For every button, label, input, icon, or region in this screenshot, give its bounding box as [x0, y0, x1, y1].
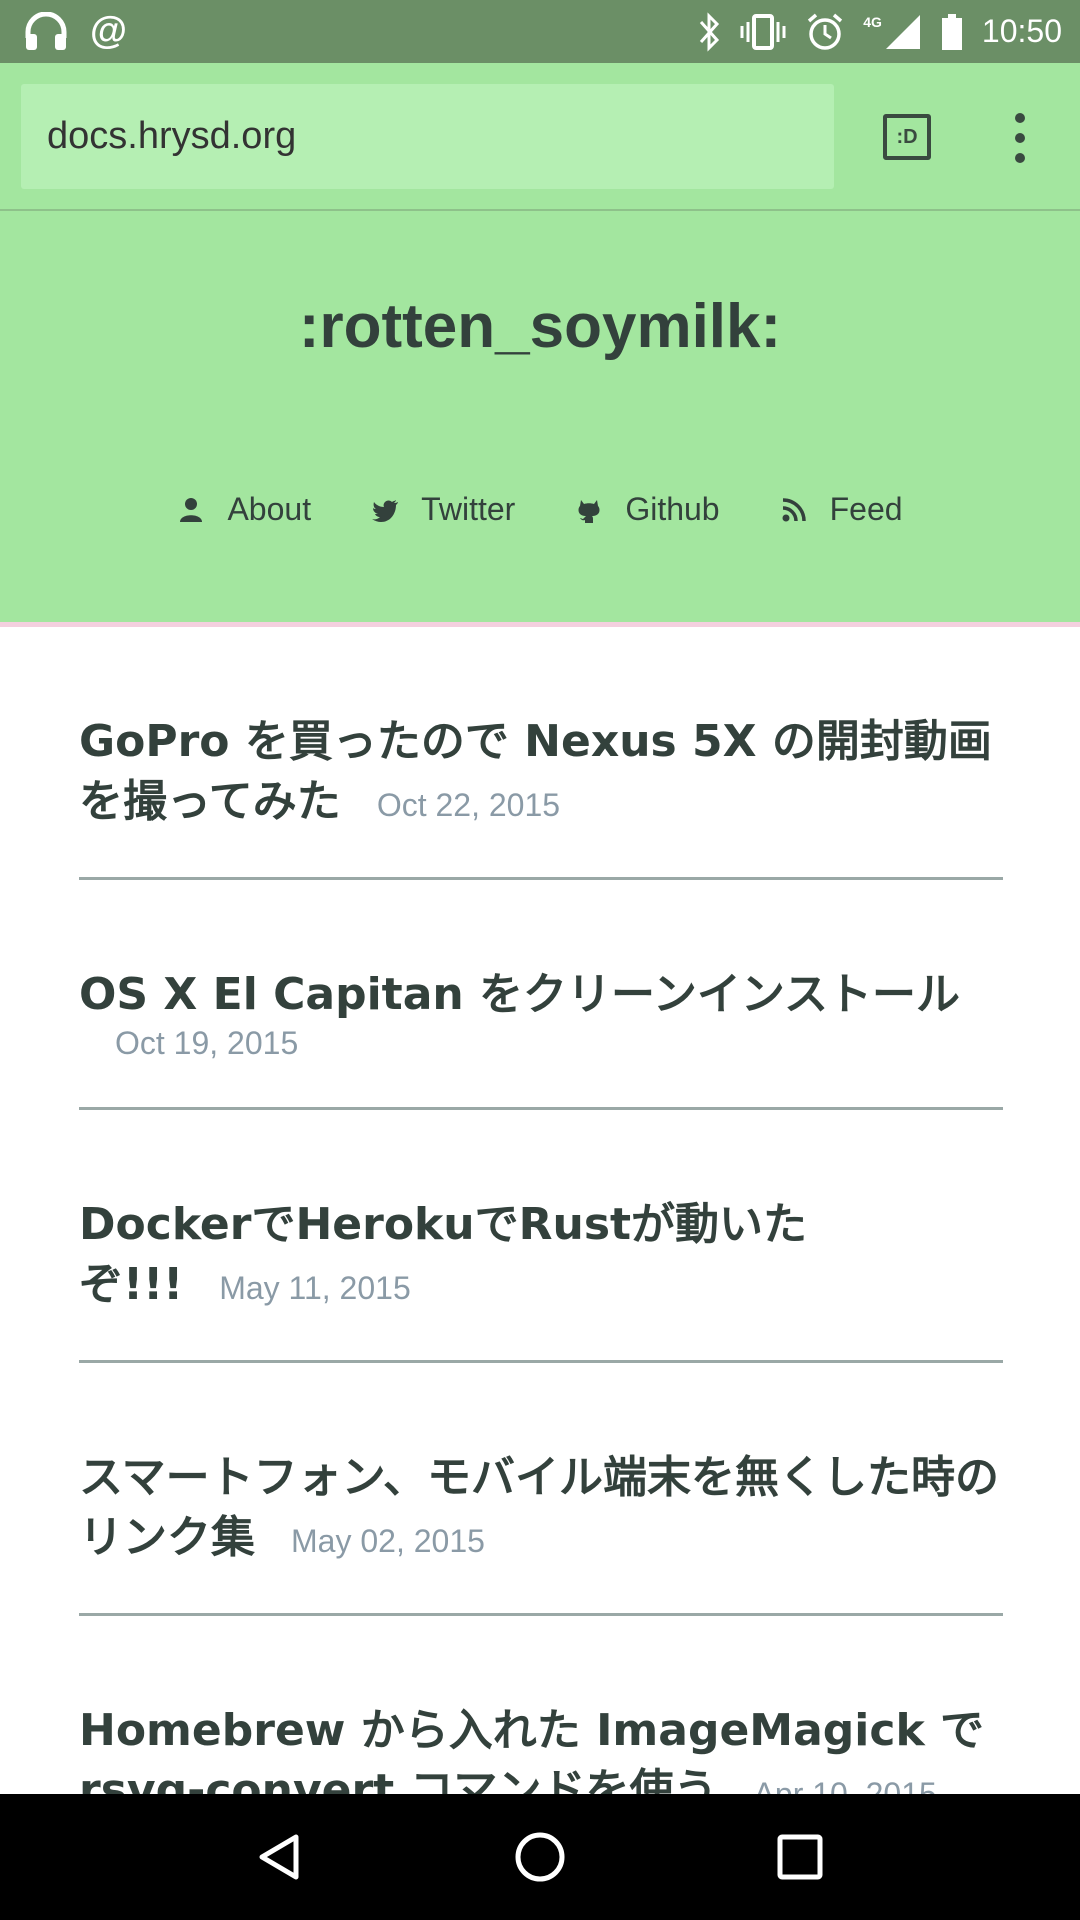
home-icon[interactable]	[512, 1829, 568, 1885]
status-right: 4G 10:50	[697, 11, 1062, 52]
menu-dot	[1015, 153, 1025, 163]
site-nav: About Twitter Github Feed	[0, 491, 1080, 528]
post-title-link[interactable]: スマートフォン、モバイル端末を無くした時のリンク集	[79, 1452, 999, 1563]
nav-github-label: Github	[625, 491, 720, 527]
nav-feed-label: Feed	[829, 491, 903, 527]
url-bar[interactable]: docs.hrysd.org	[21, 84, 834, 189]
system-nav-bar	[0, 1794, 1080, 1920]
nav-twitter-label: Twitter	[421, 491, 516, 527]
at-icon: @	[90, 10, 128, 52]
nav-feed[interactable]: Feed	[780, 491, 903, 528]
site-title[interactable]: :rotten_soymilk:	[0, 291, 1080, 362]
browser-toolbar: docs.hrysd.org :D	[0, 63, 1080, 211]
menu-dot	[1015, 113, 1025, 123]
network-type: 4G	[863, 13, 882, 30]
overflow-menu-icon[interactable]	[1000, 113, 1040, 163]
headphones-icon	[25, 11, 67, 50]
list-item: GoPro を買ったので Nexus 5X の開封動画を撮ってみた Oct 22,…	[79, 627, 1003, 880]
post-title-link[interactable]: OS X El Capitan をクリーンインストール	[79, 969, 960, 1020]
nav-about[interactable]: About	[177, 491, 311, 528]
rss-icon	[782, 497, 806, 521]
github-icon	[578, 499, 600, 523]
list-item: OS X El Capitan をクリーンインストール Oct 19, 2015	[79, 880, 1003, 1110]
status-left: @	[24, 10, 127, 53]
recents-icon[interactable]	[772, 1829, 828, 1885]
menu-dot	[1015, 133, 1025, 143]
nav-twitter[interactable]: Twitter	[371, 491, 515, 528]
site-header: :rotten_soymilk: About Twitter Github Fe…	[0, 211, 1080, 627]
post-date: May 02, 2015	[291, 1523, 485, 1559]
post-date: Oct 22, 2015	[376, 787, 561, 823]
twitter-icon	[372, 499, 399, 522]
alarm-icon	[808, 13, 843, 50]
vibrate-icon	[740, 13, 786, 50]
battery-icon	[941, 13, 962, 50]
user-icon	[180, 497, 203, 522]
post-list: GoPro を買ったので Nexus 5X の開封動画を撮ってみた Oct 22,…	[79, 627, 1003, 1866]
nav-github[interactable]: Github	[575, 491, 720, 528]
status-bar: @ 4G 10:50	[0, 0, 1080, 63]
bluetooth-icon	[700, 11, 720, 52]
list-item: DockerでHerokuでRustが動いたぞ!!! May 11, 2015	[79, 1110, 1003, 1363]
post-date: May 11, 2015	[219, 1270, 411, 1306]
post-date: Oct 19, 2015	[115, 1025, 299, 1061]
nav-about-label: About	[227, 491, 312, 527]
back-icon[interactable]	[252, 1829, 308, 1885]
status-time: 10:50	[981, 13, 1062, 49]
list-item: スマートフォン、モバイル端末を無くした時のリンク集 May 02, 2015	[79, 1363, 1003, 1616]
signal-icon	[885, 14, 920, 49]
post-title-link[interactable]: DockerでHerokuでRustが動いたぞ!!!	[79, 1199, 807, 1310]
tab-switcher-button[interactable]: :D	[883, 114, 931, 160]
